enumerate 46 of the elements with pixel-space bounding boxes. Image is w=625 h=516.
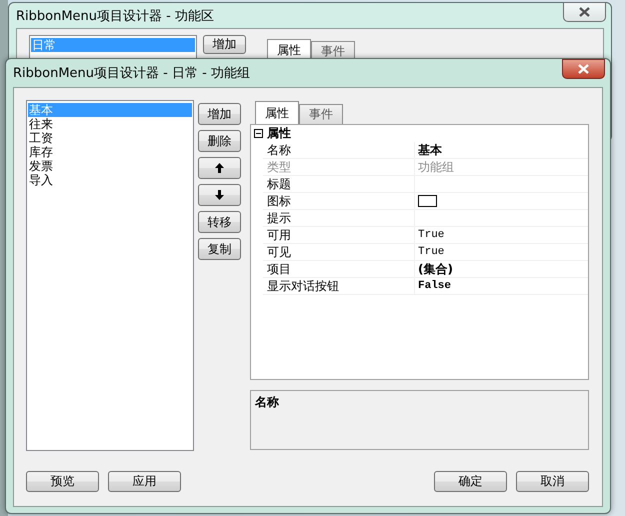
property-value[interactable]: (集合) — [418, 260, 453, 278]
tab[interactable]: 属性 — [255, 101, 299, 124]
property-name: 图标 — [263, 193, 415, 209]
close-icon — [577, 64, 590, 74]
window-title: RibbonMenu项目设计器 - 功能区 — [16, 8, 214, 24]
property-value[interactable]: 基本 — [418, 142, 442, 158]
collapse-icon[interactable] — [254, 129, 263, 138]
list-item[interactable]: 导入 — [28, 173, 192, 187]
window-title: RibbonMenu项目设计器 - 日常 - 功能组 — [13, 65, 250, 82]
action-button[interactable]: 删除 — [198, 130, 241, 152]
property-name: 标题 — [263, 176, 415, 192]
close-icon — [578, 6, 591, 16]
down-arrow-icon — [215, 190, 224, 200]
list-item[interactable]: 发票 — [28, 159, 192, 173]
property-name: 显示对话按钮 — [263, 278, 415, 294]
footer-button[interactable]: 取消 — [516, 471, 589, 492]
tab[interactable]: 事件 — [299, 104, 343, 124]
close-button[interactable] — [563, 2, 606, 22]
property-value[interactable]: True — [418, 246, 444, 258]
property-value[interactable]: False — [418, 280, 452, 292]
list-item[interactable]: 工资 — [28, 131, 192, 145]
move-down-button[interactable] — [198, 184, 241, 206]
list-item[interactable]: 库存 — [28, 145, 192, 159]
move-up-button[interactable] — [198, 157, 241, 179]
footer-button[interactable]: 确定 — [434, 471, 507, 492]
footer-button[interactable]: 应用 — [108, 471, 181, 492]
property-name: 名称 — [263, 142, 415, 158]
image-swatch-icon[interactable] — [418, 195, 437, 207]
property-name: 可见 — [263, 244, 415, 260]
property-name: 可用 — [263, 227, 415, 243]
tab[interactable]: 事件 — [311, 41, 355, 59]
category-label: 属性 — [267, 125, 291, 142]
close-button[interactable] — [562, 59, 605, 79]
add-button[interactable]: 增加 — [203, 35, 246, 54]
action-button[interactable]: 转移 — [198, 211, 241, 233]
property-name: 类型 — [263, 159, 415, 175]
action-button[interactable]: 增加 — [198, 103, 241, 125]
description-title: 名称 — [255, 395, 279, 409]
action-button[interactable]: 复制 — [198, 238, 241, 260]
tab[interactable]: 属性 — [267, 39, 311, 59]
footer-button[interactable]: 预览 — [26, 471, 99, 492]
property-name: 提示 — [263, 210, 415, 226]
up-arrow-icon — [215, 163, 224, 173]
property-value[interactable]: True — [418, 229, 444, 241]
list-item[interactable]: 往来 — [28, 117, 192, 131]
property-name: 项目 — [263, 261, 415, 277]
